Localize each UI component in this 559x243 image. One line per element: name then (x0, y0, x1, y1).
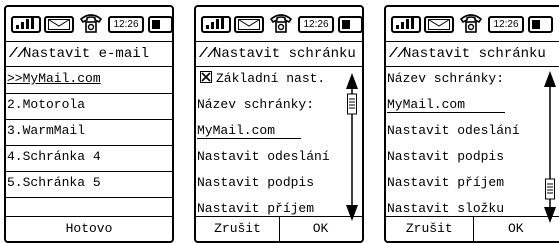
list-item[interactable]: MyMail.com (196, 119, 362, 145)
checkbox-icon[interactable] (200, 71, 212, 83)
signal-icon (391, 16, 421, 33)
list-item[interactable]: MyMail.com (386, 93, 559, 119)
title-text: Nastavit e-mail (23, 46, 150, 62)
list-item[interactable]: 5.Schránka 5 (6, 171, 172, 198)
battery-icon (528, 16, 553, 33)
title-text: Nastavit schránku (213, 46, 356, 62)
done-button[interactable]: Hotovo (6, 217, 172, 241)
envelope-icon (234, 16, 264, 33)
battery-icon (148, 16, 172, 33)
title-text: Nastavit schránku (403, 46, 546, 62)
scrollbar[interactable] (543, 71, 557, 223)
list-item[interactable]: 2.Motorola (6, 93, 172, 120)
screen-mailbox-setup: 12:26 //Nastavit schránku Základní nast.… (194, 5, 364, 243)
status-bar: 12:26 (388, 9, 557, 36)
phone-icon (269, 14, 293, 33)
list-item[interactable]: 4.Schránka 4 (6, 145, 172, 172)
ok-button[interactable]: OK (473, 217, 559, 241)
list-item[interactable]: Nastavit odeslání (196, 145, 362, 171)
cancel-button[interactable]: Zrušit (386, 217, 473, 241)
clock-time: 12:26 (488, 16, 524, 33)
title-icon: // (389, 46, 406, 62)
screen-title: //Nastavit schránku (386, 41, 559, 67)
screen-mailbox-setup-scrolled: 12:26 //Nastavit schránku Název schránky… (384, 5, 559, 243)
screen-email-setup: 12:26 //Nastavit e-mail >>MyMail.com 2.M… (4, 5, 174, 243)
scroll-thumb-icon (545, 178, 555, 200)
list-item: Název schránky: (387, 71, 505, 86)
cancel-button[interactable]: Zrušit (196, 217, 279, 241)
list-item[interactable]: Nastavit odeslání (386, 119, 559, 145)
softkey-bar: Zrušit OK (196, 216, 362, 241)
status-bar: 12:26 (8, 9, 172, 36)
clock-time: 12:26 (108, 16, 144, 33)
scroll-thumb-icon (347, 93, 357, 115)
clock-time: 12:26 (298, 16, 334, 33)
status-bar: 12:26 (198, 9, 362, 36)
scroll-arrow-up-icon (544, 71, 556, 87)
battery-icon (338, 16, 362, 33)
scrollbar[interactable] (345, 73, 359, 221)
basic-settings-checkbox[interactable]: Základní nast. (196, 67, 362, 93)
title-icon: // (199, 46, 216, 62)
softkey-bar: Hotovo (6, 216, 172, 241)
screen-title: //Nastavit schránku (196, 41, 362, 67)
scroll-arrow-up-icon (346, 73, 358, 89)
list-item[interactable]: 3.WarmMail (6, 119, 172, 146)
envelope-icon (44, 16, 74, 33)
ok-button[interactable]: OK (279, 217, 362, 241)
signal-icon (11, 16, 41, 33)
screen-title: //Nastavit e-mail (6, 41, 172, 67)
phone-icon (459, 14, 483, 33)
signal-icon (201, 16, 231, 33)
list-item[interactable]: Nastavit podpis (386, 145, 559, 171)
list-item[interactable]: Nastavit podpis (196, 171, 362, 197)
envelope-icon (424, 16, 454, 33)
title-icon: // (9, 46, 26, 62)
phone-icon (79, 14, 103, 33)
list-item: Název schránky: (197, 97, 315, 112)
list-item[interactable]: Nastavit příjem (386, 171, 559, 197)
softkey-bar: Zrušit OK (386, 216, 559, 241)
list-item[interactable]: >>MyMail.com (6, 67, 172, 94)
